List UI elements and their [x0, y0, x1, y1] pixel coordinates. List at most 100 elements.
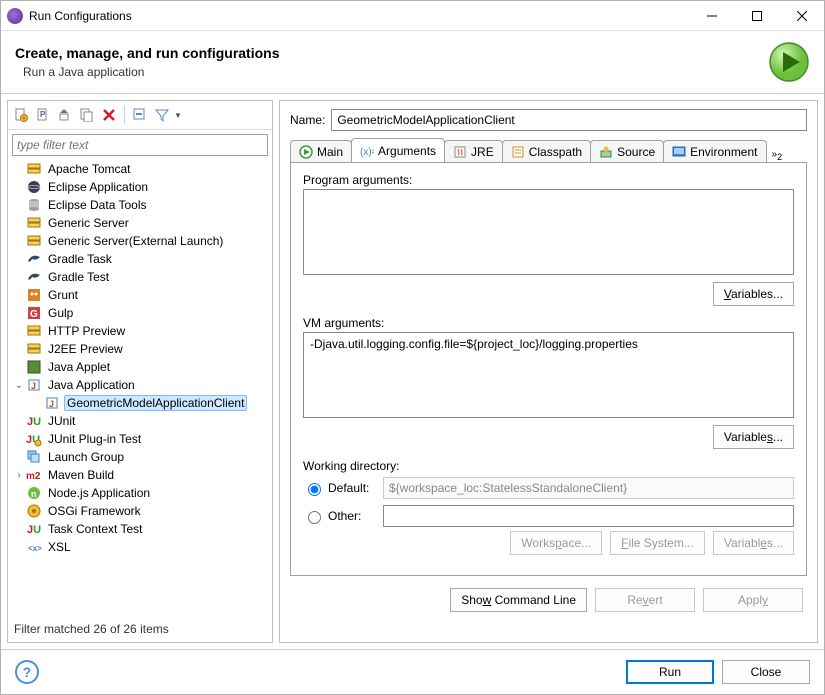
classpath-tab-icon [511, 145, 525, 159]
collapse-all-button[interactable] [130, 105, 150, 125]
tree-item-grunt[interactable]: Grunt [10, 286, 270, 304]
export-icon [58, 108, 72, 122]
duplicate-icon [80, 108, 94, 122]
default-radio-label[interactable]: Default: [303, 480, 373, 496]
left-toolbar: P ▼ [8, 101, 272, 130]
svg-text:J: J [31, 381, 36, 391]
applet-icon [26, 359, 42, 375]
tree-item-geometricmodelapplicationclient[interactable]: JGeometricModelApplicationClient [10, 394, 270, 412]
right-panel: Name: Main(x)=ArgumentsJREClasspathSourc… [279, 100, 818, 643]
revert-button: Revert [595, 588, 695, 612]
m2-icon: m2 [26, 467, 42, 483]
server-icon [26, 161, 42, 177]
tree-item-eclipse-data-tools[interactable]: Eclipse Data Tools [10, 196, 270, 214]
tree-item-gradle-task[interactable]: Gradle Task [10, 250, 270, 268]
grunt-icon [26, 287, 42, 303]
program-args-label: Program arguments: [303, 173, 794, 187]
gradle-icon [26, 251, 42, 267]
tree-item-generic-server[interactable]: Generic Server [10, 214, 270, 232]
main-tab-icon [299, 145, 313, 159]
vm-variables-button[interactable]: Variables... [713, 425, 794, 449]
new-config-button[interactable] [11, 105, 31, 125]
tabstrip: Main(x)=ArgumentsJREClasspathSourceEnvir… [290, 139, 807, 163]
default-radio[interactable] [308, 483, 321, 496]
tree-item-http-preview[interactable]: HTTP Preview [10, 322, 270, 340]
minimize-icon [707, 11, 717, 21]
tab-overflow-button[interactable]: »2 [768, 148, 787, 162]
arguments-tab-icon: (x)= [360, 144, 374, 158]
server-icon [26, 233, 42, 249]
tree-item-gradle-test[interactable]: Gradle Test [10, 268, 270, 286]
filter-status: Filter matched 26 of 26 items [8, 616, 272, 642]
dropdown-icon[interactable]: ▼ [174, 111, 182, 120]
tree-item-java-applet[interactable]: Java Applet [10, 358, 270, 376]
tree-item-junit-plug-in-test[interactable]: JUJUnit Plug-in Test [10, 430, 270, 448]
xsl-icon: <x> [26, 539, 42, 555]
program-variables-button[interactable]: Variables... [713, 282, 794, 306]
header-subtitle: Run a Java application [15, 65, 768, 79]
maximize-button[interactable] [734, 1, 779, 31]
jre-tab-icon [453, 145, 467, 159]
maximize-icon [752, 11, 762, 21]
working-dir-label: Working directory: [303, 459, 794, 473]
close-dialog-button[interactable]: Close [722, 660, 810, 684]
svg-text:P: P [40, 110, 46, 119]
osgi-icon [26, 503, 42, 519]
name-input[interactable] [331, 109, 807, 131]
tree-item-j2ee-preview[interactable]: J2EE Preview [10, 340, 270, 358]
filter-button[interactable] [152, 105, 172, 125]
gradle-icon [26, 269, 42, 285]
apply-button: Apply [703, 588, 803, 612]
tree-item-maven-build[interactable]: ›m2Maven Build [10, 466, 270, 484]
help-icon[interactable]: ? [15, 660, 39, 684]
tree-item-eclipse-application[interactable]: Eclipse Application [10, 178, 270, 196]
delete-button[interactable] [99, 105, 119, 125]
name-label: Name: [290, 113, 325, 127]
run-icon [768, 41, 810, 83]
other-radio-label[interactable]: Other: [303, 508, 373, 524]
tree-item-generic-server-external-launch-[interactable]: Generic Server(External Launch) [10, 232, 270, 250]
other-path-input[interactable] [383, 505, 794, 527]
tree-item-launch-group[interactable]: Launch Group [10, 448, 270, 466]
tree-item-xsl[interactable]: <x>XSL [10, 538, 270, 556]
tab-classpath[interactable]: Classpath [502, 140, 591, 162]
group-icon [26, 449, 42, 465]
tab-environment[interactable]: Environment [663, 140, 766, 162]
tree-item-task-context-test[interactable]: JUTask Context Test [10, 520, 270, 538]
tab-arguments[interactable]: (x)=Arguments [351, 138, 445, 162]
tree-item-apache-tomcat[interactable]: Apache Tomcat [10, 160, 270, 178]
left-panel: P ▼ Apach [7, 100, 273, 643]
close-icon [797, 11, 807, 21]
vm-args-label: VM arguments: [303, 316, 794, 330]
close-button[interactable] [779, 1, 824, 31]
tab-source[interactable]: Source [590, 140, 664, 162]
svg-text:J: J [49, 399, 54, 409]
tree-item-java-application[interactable]: ⌄JJava Application [10, 376, 270, 394]
export-button[interactable] [55, 105, 75, 125]
wd-variables-button: Variables... [713, 531, 794, 555]
tree-item-node-js-application[interactable]: nNode.js Application [10, 484, 270, 502]
duplicate-button[interactable] [77, 105, 97, 125]
junit-plug-icon: JU [26, 431, 42, 447]
tree-item-gulp[interactable]: GGulp [10, 304, 270, 322]
junit-icon: JU [26, 521, 42, 537]
run-button[interactable]: Run [626, 660, 714, 684]
filter-icon [155, 108, 169, 122]
window-title: Run Configurations [29, 9, 689, 23]
other-radio[interactable] [308, 511, 321, 524]
config-tree[interactable]: Apache TomcatEclipse ApplicationEclipse … [8, 158, 272, 616]
server-icon [26, 323, 42, 339]
titlebar: Run Configurations [1, 1, 824, 31]
new-prototype-button[interactable]: P [33, 105, 53, 125]
minimize-button[interactable] [689, 1, 734, 31]
svg-text:JU: JU [27, 416, 41, 428]
tab-jre[interactable]: JRE [444, 140, 503, 162]
app-icon [7, 8, 23, 24]
filter-input[interactable] [12, 134, 268, 156]
tab-main[interactable]: Main [290, 140, 352, 162]
tree-item-osgi-framework[interactable]: OSGi Framework [10, 502, 270, 520]
tree-item-junit[interactable]: JUJUnit [10, 412, 270, 430]
program-args-input[interactable] [303, 189, 794, 275]
show-command-line-button[interactable]: Show Command Line [450, 588, 587, 612]
vm-args-input[interactable]: -Djava.util.logging.config.file=${projec… [303, 332, 794, 418]
